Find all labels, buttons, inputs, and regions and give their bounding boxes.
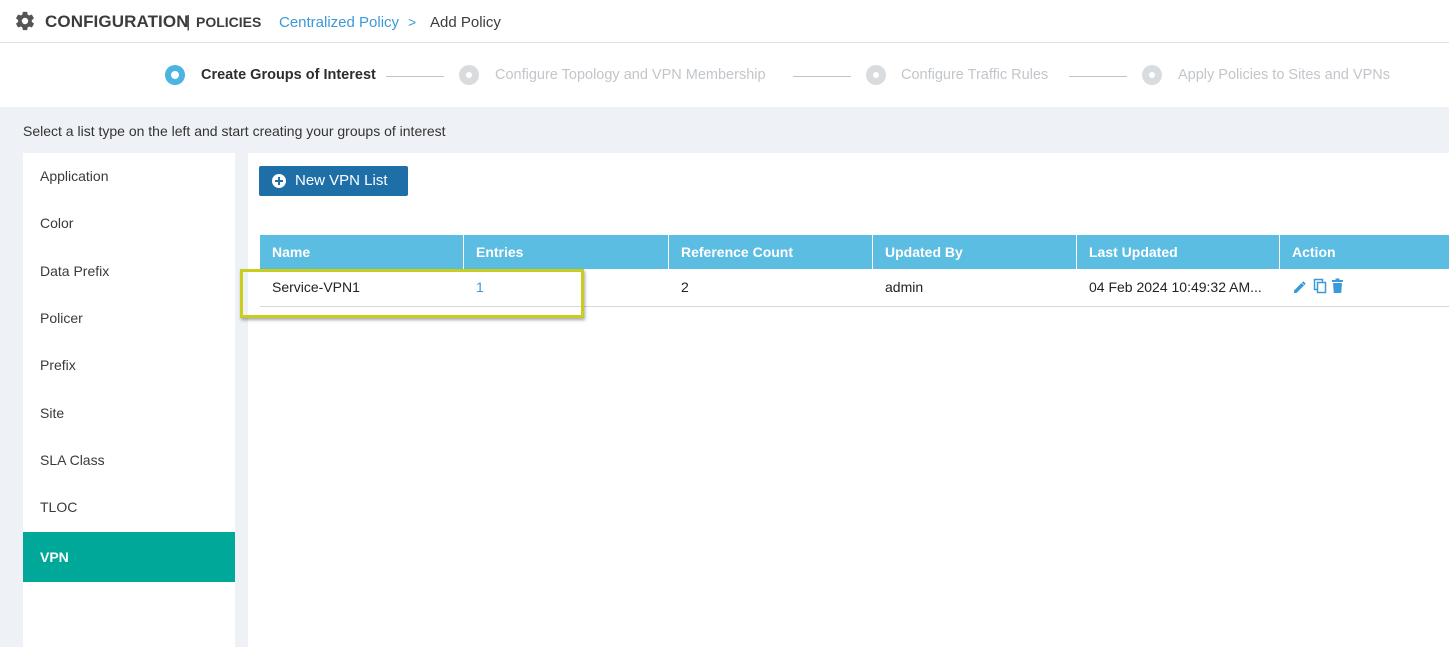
sidebar-item-data-prefix[interactable]: Data Prefix [23, 248, 235, 295]
step-connector [1069, 76, 1127, 77]
breadcrumb-current: Add Policy [430, 14, 501, 31]
top-header: CONFIGURATION | POLICIES Centralized Pol… [0, 0, 1449, 43]
sidebar-item-prefix[interactable]: Prefix [23, 342, 235, 389]
page-title: CONFIGURATION [45, 12, 189, 31]
wizard-steps: Create Groups of Interest Configure Topo… [0, 43, 1449, 107]
new-vpn-list-label: New VPN List [295, 172, 388, 189]
copy-icon[interactable] [1313, 278, 1327, 294]
cell-reference-count: 2 [681, 279, 689, 295]
new-vpn-list-button[interactable]: New VPN List [259, 166, 408, 196]
column-header-action: Action [1292, 244, 1336, 260]
cell-last-updated: 04 Feb 2024 10:49:32 AM... [1089, 279, 1262, 295]
title-separator: | [186, 12, 191, 31]
step-configure-traffic-rules[interactable]: Configure Traffic Rules [901, 67, 1048, 83]
list-type-sidebar: Application Color Data Prefix Policer Pr… [23, 153, 235, 647]
step-3-indicator-icon [866, 65, 886, 85]
delete-icon[interactable] [1331, 278, 1345, 294]
column-header-last-updated[interactable]: Last Updated [1077, 235, 1280, 269]
column-header-updated-by[interactable]: Updated By [873, 235, 1077, 269]
step-2-indicator-icon [459, 65, 479, 85]
sidebar-item-site[interactable]: Site [23, 390, 235, 437]
sidebar-item-policer[interactable]: Policer [23, 295, 235, 342]
sidebar-item-color[interactable]: Color [23, 200, 235, 247]
step-apply-policies[interactable]: Apply Policies to Sites and VPNs [1178, 67, 1390, 83]
cell-updated-by: admin [885, 279, 924, 295]
step-connector [793, 76, 851, 77]
step-configure-topology[interactable]: Configure Topology and VPN Membership [495, 67, 766, 83]
instruction-text: Select a list type on the left and start… [23, 123, 446, 139]
page-subtitle: POLICIES [196, 14, 262, 30]
step-create-groups[interactable]: Create Groups of Interest [201, 67, 376, 83]
step-4-indicator-icon [1142, 65, 1162, 85]
table-header: Name Entries Reference Count Updated By … [260, 235, 1449, 269]
edit-icon[interactable] [1293, 278, 1307, 294]
sidebar-item-application[interactable]: Application [23, 153, 235, 200]
column-header-reference-count[interactable]: Reference Count [669, 235, 873, 269]
step-1-indicator-icon [165, 65, 185, 85]
highlight-box [240, 269, 584, 318]
sidebar-item-tloc[interactable]: TLOC [23, 484, 235, 531]
step-connector [386, 76, 444, 77]
column-header-name[interactable]: Name [260, 235, 464, 269]
main-panel: New VPN List Name Entries Reference Coun… [248, 153, 1449, 647]
breadcrumb-arrow: > [408, 14, 417, 30]
cell-action [1280, 269, 1449, 306]
plus-circle-icon [272, 174, 286, 188]
breadcrumb-centralized-policy[interactable]: Centralized Policy [279, 14, 399, 31]
sidebar-item-vpn[interactable]: VPN [23, 532, 235, 582]
column-header-entries[interactable]: Entries [464, 235, 669, 269]
sidebar-item-sla-class[interactable]: SLA Class [23, 437, 235, 484]
gear-icon [16, 11, 34, 31]
